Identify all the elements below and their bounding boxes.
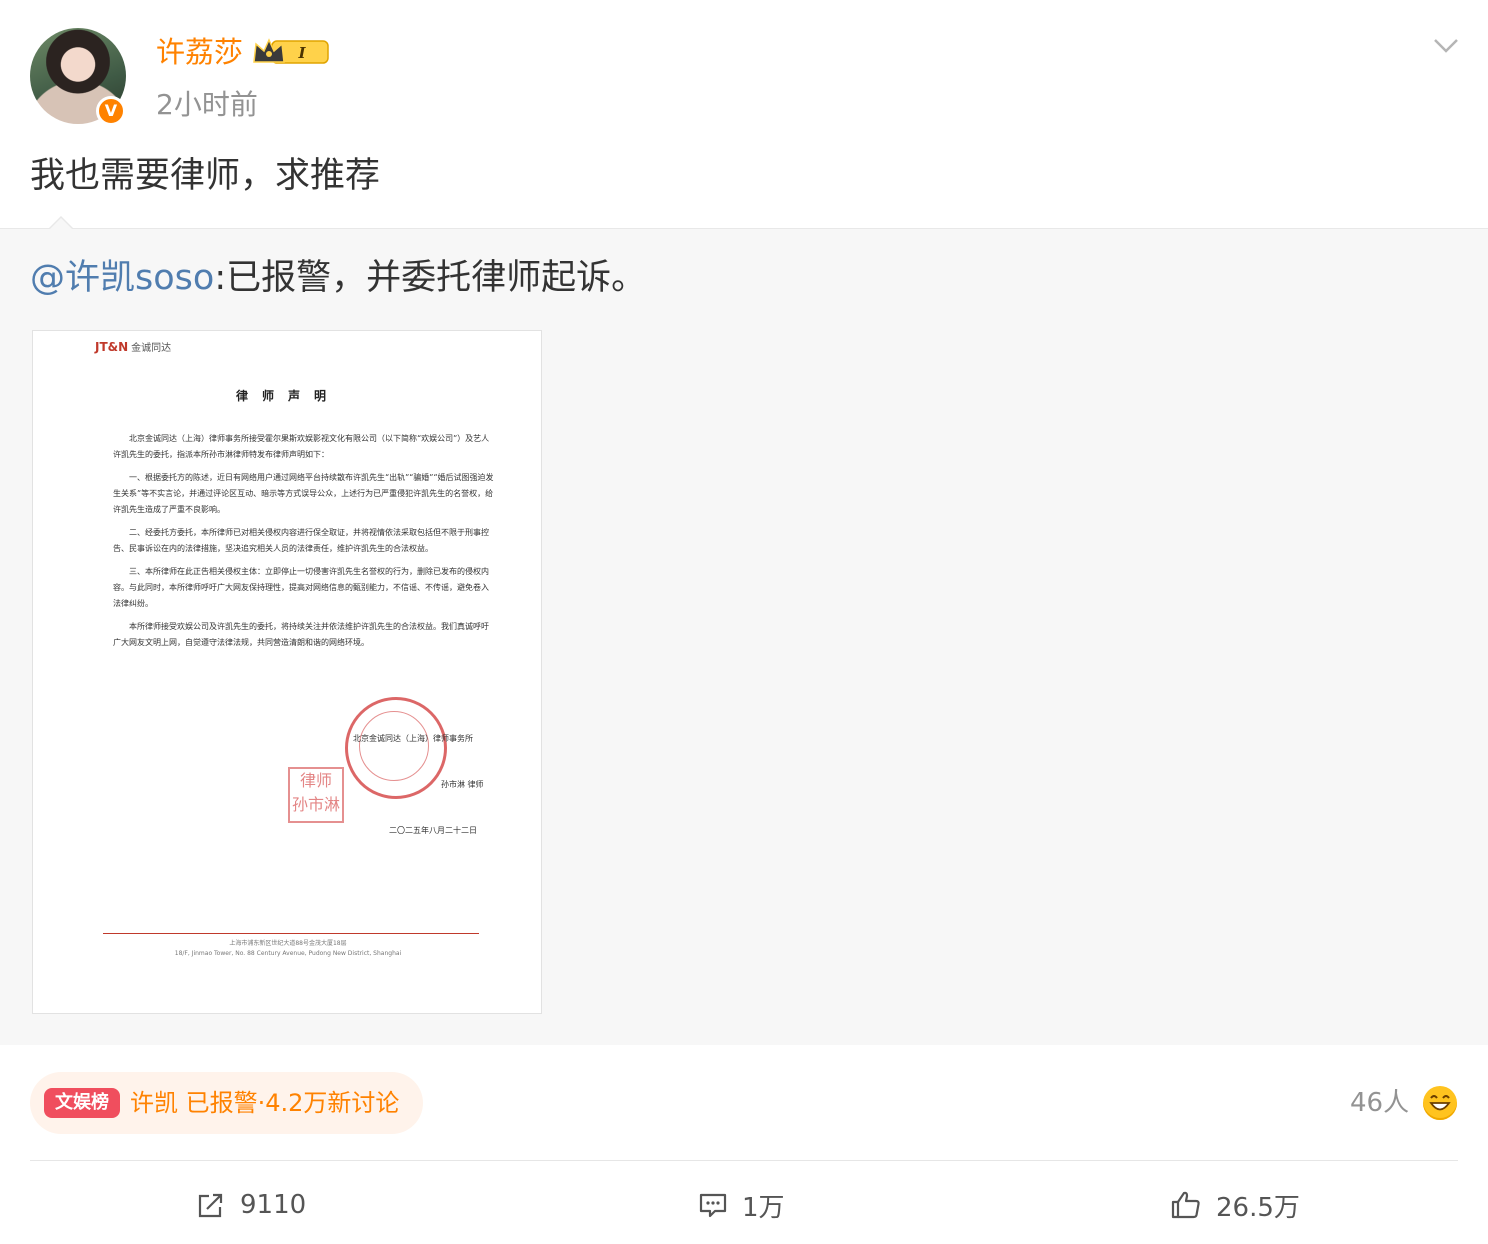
doc-footer-cn: 上海市浦东新区世纪大道88号金茂大厦18层 — [229, 940, 347, 947]
mention-link[interactable]: @许凯soso — [30, 258, 214, 298]
topic-text[interactable]: 许凯 已报警·4.2万新讨论 — [130, 1084, 399, 1122]
topic-tag: 文娱榜 — [44, 1088, 120, 1118]
reaction-count[interactable]: 46人 — [1350, 1084, 1409, 1122]
repost-text: :已报警，并委托律师起诉。 — [214, 258, 647, 298]
member-level: I — [297, 44, 306, 62]
doc-logo: JT&N 金诚同达 — [95, 340, 172, 354]
doc-paragraph: 北京金诚同达（上海）律师事务所接受霍尔果斯欢娱影视文化有限公司（以下简称“欢娱公… — [113, 434, 490, 459]
doc-date: 二〇二五年八月二十二日 — [389, 826, 477, 835]
square-seal: 律师 孙市淋 — [288, 767, 344, 823]
post-timestamp: 2小时前 — [156, 88, 258, 121]
post-text: 我也需要律师，求推荐 — [30, 156, 381, 196]
laugh-emoji-icon[interactable] — [1423, 1086, 1457, 1120]
doc-footer-en: 18/F, Jinmao Tower, No. 88 Century Avenu… — [174, 950, 402, 957]
crown-icon[interactable]: I — [252, 36, 330, 66]
like-icon — [1171, 1191, 1200, 1219]
doc-signature-lawyer: 孙市淋 律师 — [441, 780, 484, 789]
action-divider — [30, 1160, 1458, 1161]
like-button[interactable]: 26.5万 — [1170, 1186, 1300, 1224]
verified-badge: V — [96, 96, 126, 126]
comment-count: 1万 — [742, 1192, 785, 1223]
doc-signature-firm: 北京金诚同达（上海）律师事务所 — [353, 734, 473, 743]
doc-paragraph: 三、本所律师在此正告相关侵权主体：立即停止一切侵害许凯先生名誉权的行为，删除已发… — [113, 567, 489, 608]
repost-caret-inner — [50, 218, 72, 229]
repost-count: 9110 — [240, 1190, 307, 1220]
comment-icon — [699, 1193, 727, 1218]
author-name[interactable]: 许荔莎 — [156, 32, 243, 72]
repost-button[interactable]: 9110 — [196, 1186, 306, 1224]
doc-paragraph: 本所律师接受欢娱公司及许凯先生的委托，将持续关注并依法维护许凯先生的合法权益。我… — [113, 622, 489, 647]
like-count: 26.5万 — [1216, 1192, 1300, 1223]
document-image[interactable]: JT&N 金诚同达 律师声明 北京金诚同达（上海）律师事务所接受霍尔果斯欢娱影视文… — [32, 330, 542, 1014]
repost-icon — [198, 1193, 223, 1218]
doc-paragraph: 二、经委托方委托，本所律师已对相关侵权内容进行保全取证，并将视情依法采取包括但不… — [113, 528, 489, 553]
doc-title: 律师声明 — [235, 389, 340, 403]
repost-line: @许凯soso:已报警，并委托律师起诉。 — [30, 254, 646, 302]
doc-body: 北京金诚同达（上海）律师事务所接受霍尔果斯欢娱影视文化有限公司（以下简称“欢娱公… — [113, 431, 495, 658]
comment-button[interactable]: 1万 — [698, 1186, 785, 1224]
doc-footer: 上海市浦东新区世纪大道88号金茂大厦18层 18/F, Jinmao Tower… — [33, 939, 541, 959]
chevron-down-icon[interactable] — [1432, 36, 1460, 56]
doc-footer-rule — [103, 933, 479, 934]
round-seal-inner — [359, 711, 429, 781]
doc-paragraph: 一、根据委托方的陈述，近日有网络用户通过网络平台持续散布许凯先生“出轨”“骗婚”… — [113, 473, 494, 514]
